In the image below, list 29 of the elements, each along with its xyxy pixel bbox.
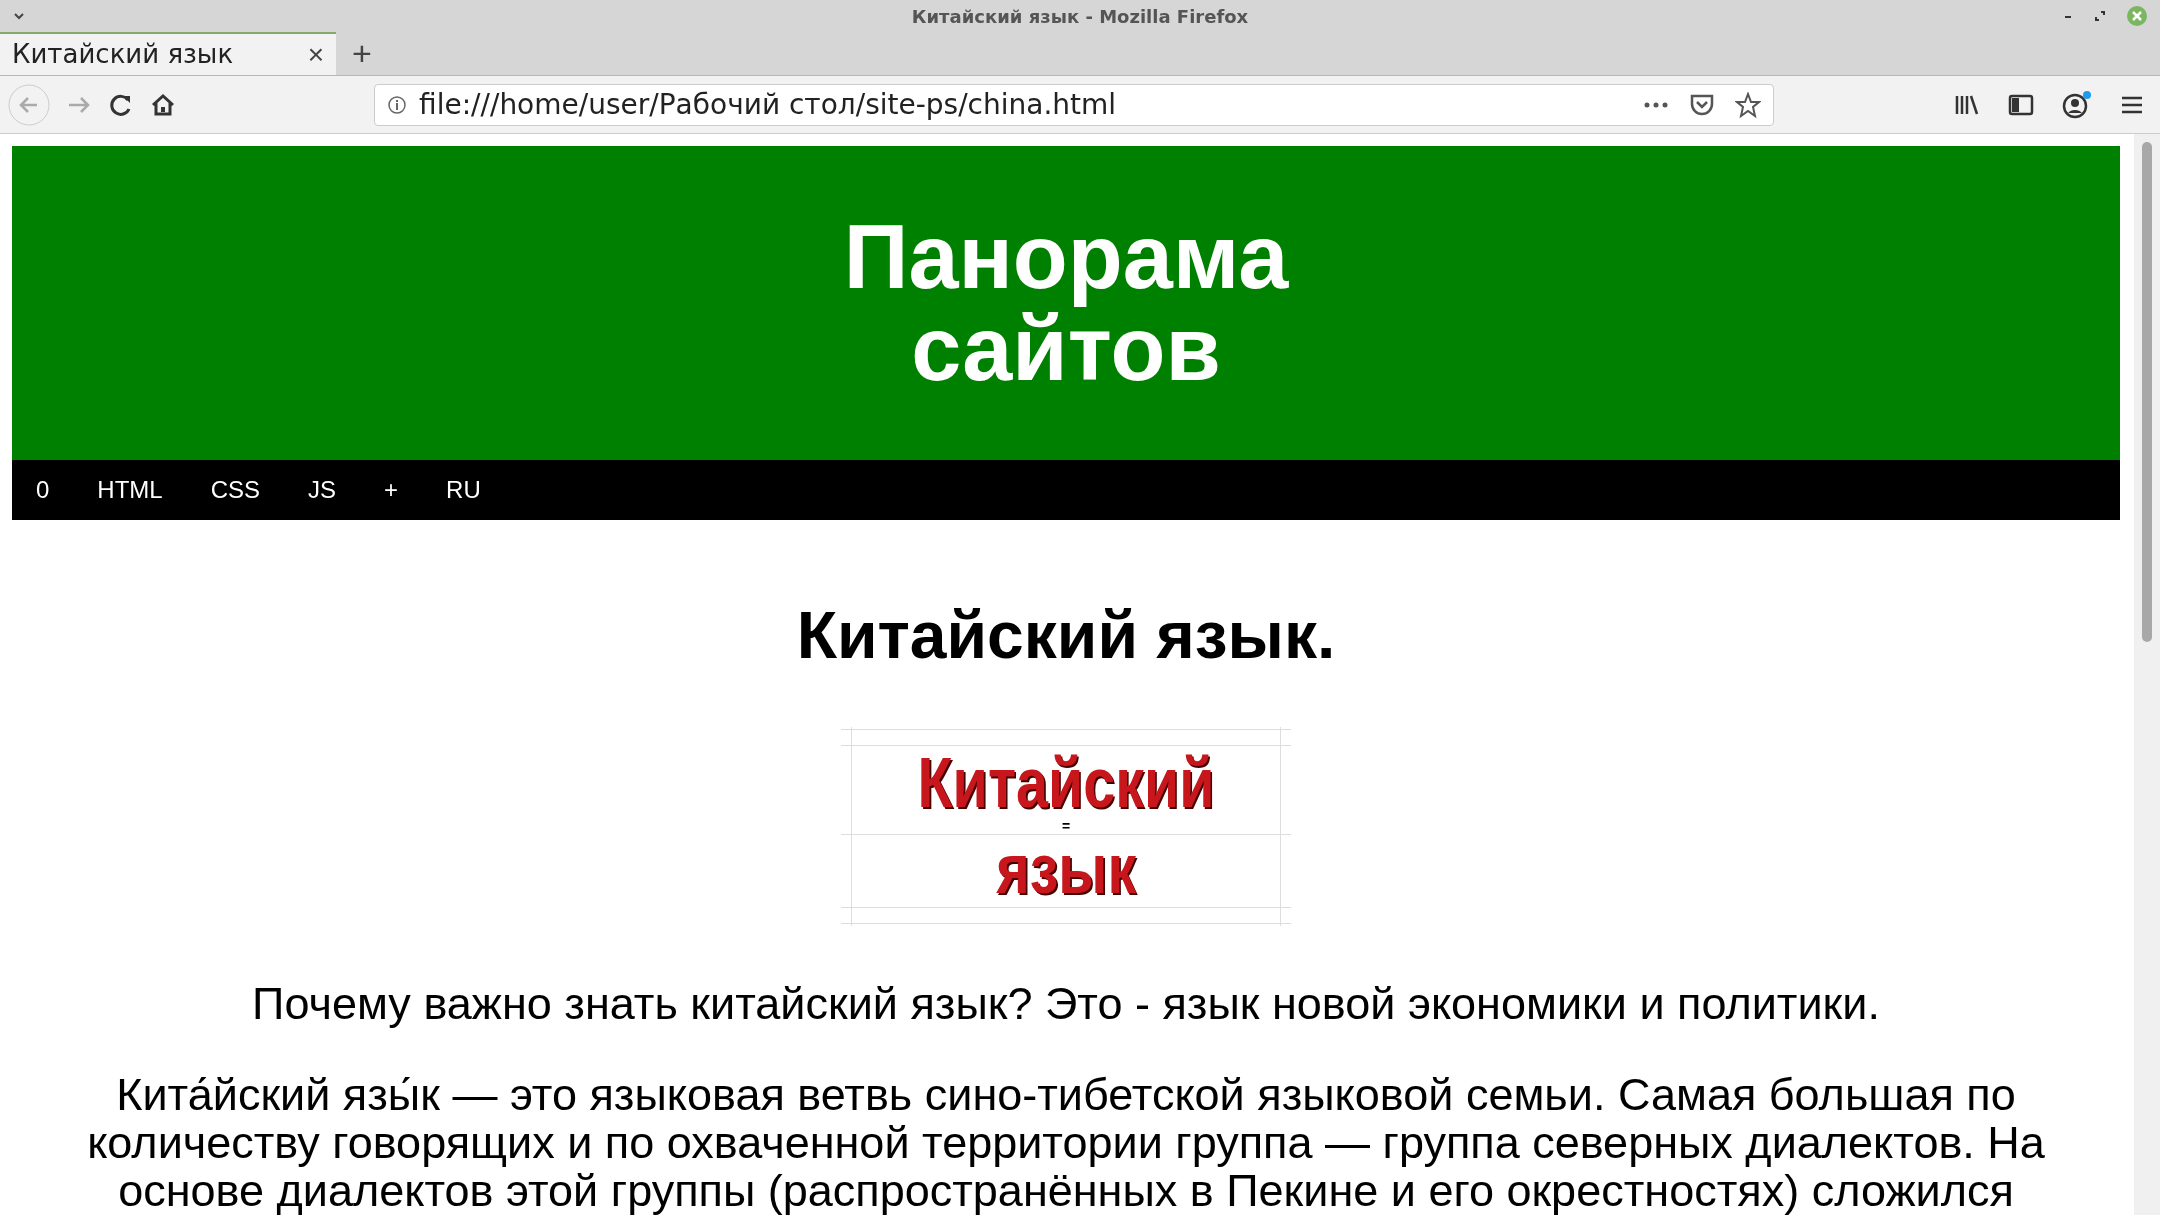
- window-menu-icon[interactable]: [12, 11, 26, 21]
- more-icon[interactable]: [1643, 100, 1669, 109]
- new-tab-button[interactable]: +: [336, 31, 388, 75]
- nav-link[interactable]: RU: [422, 472, 505, 509]
- page-heading: Китайский язык.: [796, 597, 1336, 675]
- tab-close-button[interactable]: ×: [307, 33, 324, 76]
- banner-text: Китайский: [917, 745, 1215, 822]
- tab-title: Китайский язык: [12, 38, 234, 71]
- equals-sign: =: [1061, 821, 1071, 832]
- browser-tab[interactable]: Китайский язык ×: [0, 31, 336, 75]
- info-icon[interactable]: [387, 94, 407, 115]
- nav-link[interactable]: CSS: [186, 472, 285, 509]
- scrollbar-thumb[interactable]: [2142, 142, 2152, 642]
- lead-paragraph: Почему важно знать китайский язык? Это - язык новой экономики и политики.: [252, 976, 1880, 1031]
- nav-link[interactable]: JS: [284, 472, 361, 509]
- window-title: Китайский язык - Mozilla Firefox: [911, 4, 1249, 29]
- nav-link[interactable]: 0: [24, 472, 74, 509]
- banner-text: язык: [996, 831, 1136, 908]
- restore-icon[interactable]: [2094, 10, 2106, 22]
- site-title: Панорама сайтов: [843, 210, 1289, 395]
- pocket-icon[interactable]: [1689, 92, 1715, 117]
- account-icon[interactable]: [2062, 90, 2092, 119]
- body-paragraph: Кита́йский язы́к — это языковая ветвь сино-тибетской языковой семьи. Самая большая по количеству говорящих и по охваченной территории группа — группа северных диалектов. На основе диалектов этой группы (распространённых в Пекине и его окрестностях) сложился: [86, 1071, 2046, 1215]
- sidebar-icon[interactable]: [2008, 93, 2034, 116]
- nav-link[interactable]: +: [360, 472, 423, 509]
- address-bar[interactable]: file:///home/user/Рабочий стол/site-ps/china.html: [374, 83, 1774, 126]
- home-icon[interactable]: [150, 91, 176, 118]
- star-icon[interactable]: [1735, 91, 1761, 118]
- nav-link[interactable]: HTML: [73, 472, 187, 509]
